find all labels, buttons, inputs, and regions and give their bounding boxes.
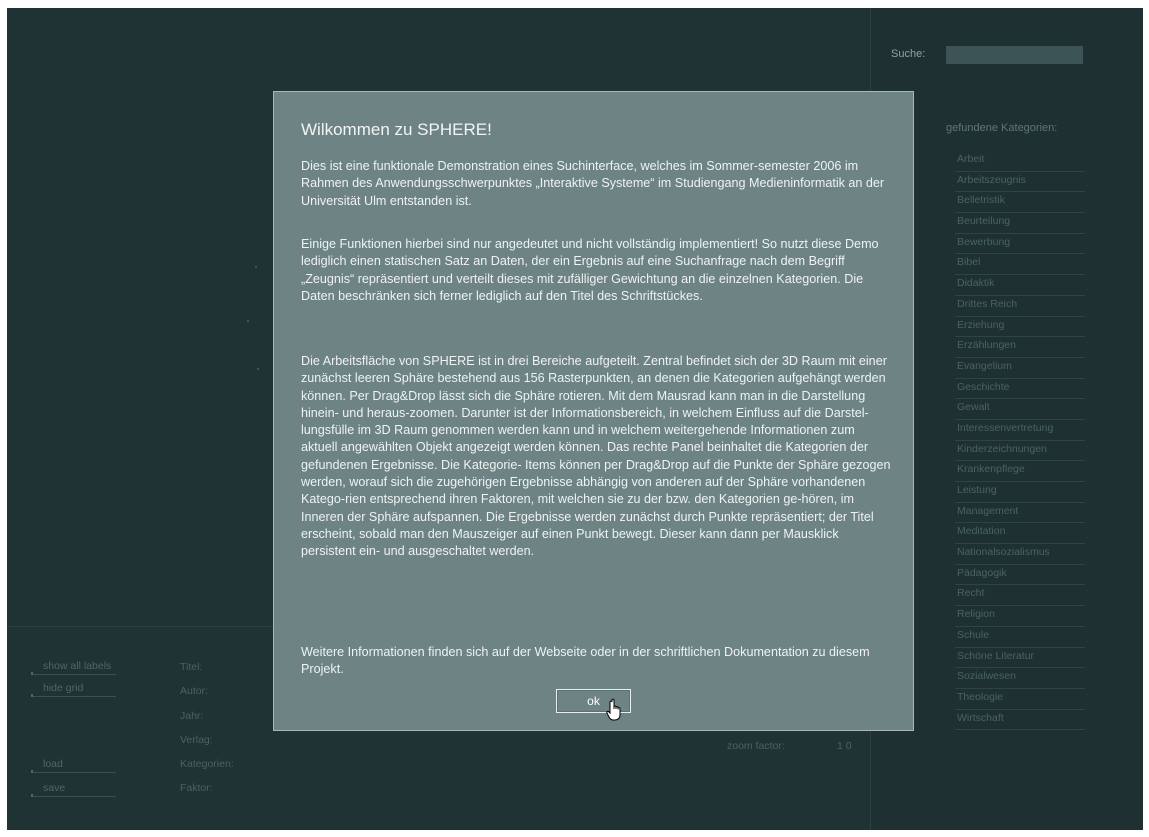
year-label: Jahr: (180, 710, 204, 722)
more-info-paragraph: Weitere Informationen finden sich auf de… (301, 645, 870, 677)
category-item[interactable]: Evangelium (955, 358, 1085, 379)
category-item[interactable]: Leistung (955, 482, 1085, 503)
button-indicator (31, 794, 33, 797)
category-item[interactable]: Wirtschaft (955, 710, 1085, 731)
publisher-label: Verlag: (180, 734, 213, 746)
category-item[interactable]: Schöne Literatur (955, 648, 1085, 669)
author-label: Autor: (180, 685, 209, 697)
sphere-app: Suche: gefundene Kategorien: Arbeit Arbei… (7, 8, 1143, 830)
category-item[interactable]: Sozialwesen (955, 668, 1085, 689)
welcome-dialog: Wilkommen zu SPHERE! Dies ist eine funkt… (273, 91, 914, 731)
zoom-factor-label: zoom factor: (727, 740, 785, 752)
hand-pointer-cursor-icon (606, 698, 621, 721)
category-list: Arbeit Arbeitszeugnis Belletristik Beurteil… (955, 151, 1085, 731)
search-label: Suche: (891, 48, 926, 60)
grid-point[interactable] (255, 266, 257, 268)
toggle-indicator (31, 672, 33, 675)
category-item[interactable]: Krankenpflege (955, 461, 1085, 482)
category-item[interactable]: Didaktik (955, 275, 1085, 296)
hide-grid-toggle[interactable]: hide grid (31, 681, 116, 697)
category-item[interactable]: Arbeit (955, 151, 1085, 172)
save-label: save (43, 782, 66, 794)
category-item[interactable]: Erzählungen (955, 337, 1085, 358)
category-item[interactable]: Meditation (955, 523, 1085, 545)
categories-label: Kategorien: (180, 758, 234, 770)
category-item[interactable]: Gewalt (955, 399, 1085, 420)
category-item[interactable]: Beurteilung (955, 213, 1085, 234)
category-item[interactable]: Erziehung (955, 317, 1085, 338)
toggle-indicator (31, 694, 33, 697)
load-label: load (43, 758, 63, 770)
button-indicator (31, 770, 33, 773)
category-item[interactable]: Management (955, 503, 1085, 524)
save-button[interactable]: save (31, 781, 116, 797)
title-label: Titel: (180, 661, 203, 673)
load-button[interactable]: load (31, 757, 116, 773)
grid-point[interactable] (247, 320, 249, 322)
category-item[interactable]: Theologie (955, 689, 1085, 710)
factor-label: Faktor: (180, 782, 213, 794)
category-item[interactable]: Pädagogik (955, 565, 1085, 586)
hide-grid-label: hide grid (43, 682, 84, 694)
category-item[interactable]: Kinderzeichnungen (955, 441, 1085, 462)
show-all-labels-label: show all labels (43, 660, 112, 672)
intro-paragraph: Dies ist eine funktionale Demonstration … (301, 159, 885, 208)
zoom-factor-value: 1 0 (837, 740, 852, 752)
category-item[interactable]: Bewerbung (955, 234, 1085, 255)
category-item[interactable]: Geschichte (955, 379, 1085, 400)
search-input[interactable] (946, 46, 1083, 64)
category-item[interactable]: Drittes Reich (955, 296, 1085, 317)
categories-header: gefundene Kategorien: (946, 122, 1058, 134)
workspace-paragraph: Die Arbeitsfläche von SPHERE ist in drei… (301, 354, 891, 559)
grid-point[interactable] (257, 368, 259, 370)
category-item[interactable]: Recht (955, 585, 1085, 607)
category-item[interactable]: Nationalsozialismus (955, 544, 1085, 565)
show-all-labels-toggle[interactable]: show all labels (31, 659, 116, 675)
category-item[interactable]: Schule (955, 627, 1085, 648)
category-item[interactable]: Religion (955, 606, 1085, 627)
category-item[interactable]: Arbeitszeugnis (955, 172, 1085, 193)
category-item[interactable]: Interessenvertretung (955, 420, 1085, 441)
category-item[interactable]: Belletristik (955, 192, 1085, 214)
dialog-title: Wilkommen zu SPHERE! (301, 120, 492, 139)
demo-note-paragraph: Einige Funktionen hierbei sind nur anged… (301, 237, 879, 303)
category-item[interactable]: Bibel (955, 254, 1085, 276)
